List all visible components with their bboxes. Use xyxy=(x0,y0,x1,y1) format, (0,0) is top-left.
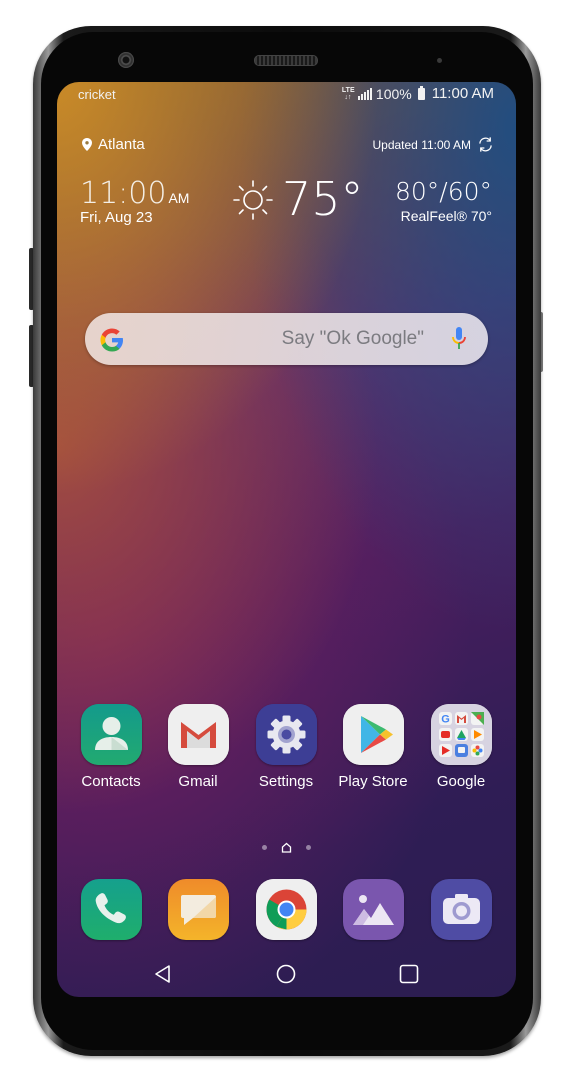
camera-icon xyxy=(430,879,492,940)
clock-ampm: AM xyxy=(168,190,190,206)
home-icon[interactable] xyxy=(274,962,298,986)
high-low-temperature: 80°/60° xyxy=(394,177,492,206)
google-logo-icon xyxy=(100,328,123,352)
realfeel-temperature: RealFeel® 70° xyxy=(400,208,492,224)
recents-icon[interactable] xyxy=(397,962,421,986)
clock-time: 11:00 xyxy=(80,176,167,211)
dock-messages[interactable] xyxy=(158,879,238,940)
location-name: Atlanta xyxy=(98,136,145,153)
app-play-store[interactable]: Play Store xyxy=(333,704,413,790)
app-label: Play Store xyxy=(338,773,408,790)
dock-chrome[interactable] xyxy=(246,879,326,940)
gmail-icon xyxy=(167,704,229,765)
status-time: 11:00 AM xyxy=(431,85,494,102)
google-search-bar[interactable]: Say "Ok Google" xyxy=(85,313,488,365)
front-camera xyxy=(118,52,134,68)
signal-icon xyxy=(357,87,372,100)
status-icons: LTE ↓↑ 100% 11:00 AM xyxy=(342,85,494,102)
status-bar: cricket LTE ↓↑ 100% 11:00 AM xyxy=(57,82,516,108)
clock-widget[interactable]: 11:00 AM xyxy=(80,176,189,211)
app-gmail[interactable]: Gmail xyxy=(158,704,238,790)
dock-phone[interactable] xyxy=(71,879,151,940)
location-pin-icon xyxy=(82,138,92,151)
weather-location[interactable]: Atlanta xyxy=(82,136,145,153)
home-screen: cricket LTE ↓↑ 100% 11:00 AM Atlanta Upda… xyxy=(57,82,516,997)
proximity-sensor xyxy=(437,58,442,63)
battery-icon xyxy=(417,85,425,100)
home-page-indicator-icon[interactable] xyxy=(281,842,292,853)
google-folder-icon: G xyxy=(430,704,492,765)
sun-icon xyxy=(233,180,273,220)
dock-gallery[interactable] xyxy=(333,879,413,940)
current-temperature[interactable]: 75° xyxy=(282,172,364,226)
back-icon[interactable] xyxy=(151,962,175,986)
battery-percent: 100% xyxy=(375,85,412,102)
updated-time: Updated 11:00 AM xyxy=(372,137,471,152)
refresh-icon[interactable] xyxy=(477,136,494,153)
settings-icon xyxy=(255,704,317,765)
navigation-bar xyxy=(57,954,516,994)
contacts-icon xyxy=(80,704,142,765)
app-google-folder[interactable]: G Google xyxy=(421,704,501,790)
search-placeholder: Say "Ok Google" xyxy=(281,328,424,349)
page-dot[interactable] xyxy=(306,845,311,850)
gallery-icon xyxy=(342,879,404,940)
messages-icon xyxy=(167,879,229,940)
app-label: Contacts xyxy=(81,773,141,790)
phone-icon xyxy=(80,879,142,940)
page-indicator xyxy=(57,842,516,853)
clock-date: Fri, Aug 23 xyxy=(80,209,153,226)
earpiece-speaker xyxy=(254,55,318,66)
app-label: Google xyxy=(436,773,486,790)
app-contacts[interactable]: Contacts xyxy=(71,704,151,790)
lte-icon: LTE ↓↑ xyxy=(341,86,355,101)
carrier-name: cricket xyxy=(78,87,116,102)
play-store-icon xyxy=(342,704,404,765)
weather-updated: Updated 11:00 AM xyxy=(372,136,494,153)
chrome-icon xyxy=(255,879,317,940)
dock-camera[interactable] xyxy=(421,879,501,940)
page-dot[interactable] xyxy=(262,845,267,850)
app-label: Gmail xyxy=(178,773,218,790)
svg-text:G: G xyxy=(441,714,450,726)
microphone-icon[interactable] xyxy=(450,326,468,352)
app-settings[interactable]: Settings xyxy=(246,704,326,790)
app-label: Settings xyxy=(258,773,314,790)
